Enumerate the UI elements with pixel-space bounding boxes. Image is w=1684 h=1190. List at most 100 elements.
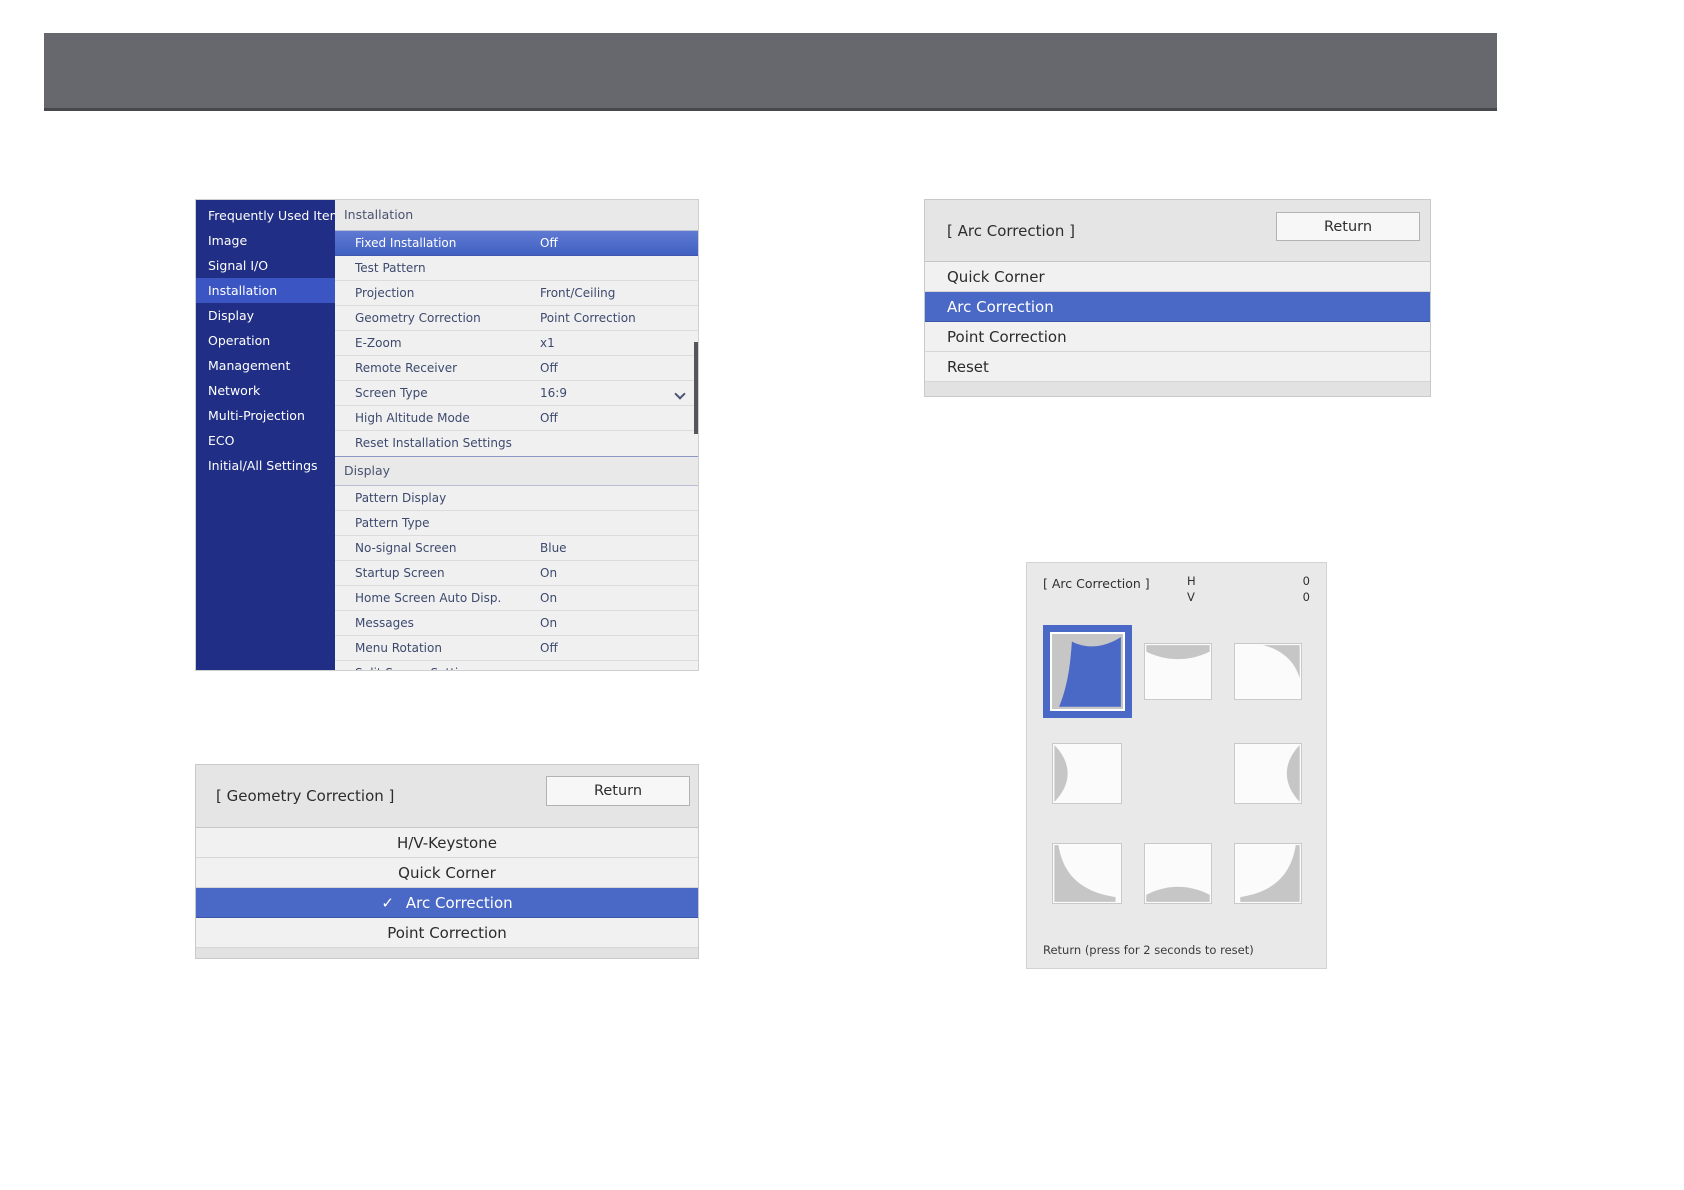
arc-menu-item-reset[interactable]: Reset [925, 352, 1430, 382]
arc-adjust-title: [ Arc Correction ] [1043, 576, 1150, 591]
arc-top-left-tile[interactable] [1043, 625, 1132, 718]
row-label: Split Screen Setting [355, 661, 473, 670]
row-value: Off [540, 406, 558, 431]
item-label: Quick Corner [398, 864, 496, 882]
row-value: Front/Ceiling [540, 281, 615, 306]
display-rows: Pattern Display Pattern Type No-signal S… [335, 485, 698, 670]
menu-row-test-pattern[interactable]: Test Pattern [335, 256, 698, 281]
menu-row-e-zoom[interactable]: E-Zoom x1 [335, 331, 698, 356]
arc-bottom-left-tile[interactable] [1052, 843, 1122, 904]
row-value: Off [540, 356, 558, 381]
menu-row-split-screen-setting[interactable]: Split Screen Setting [335, 661, 698, 670]
section-title-installation: Installation [335, 200, 698, 230]
arc-top-right-tile[interactable] [1234, 643, 1302, 700]
item-label: Arc Correction [406, 894, 513, 912]
item-label: Reset [925, 358, 989, 376]
geometry-correction-menu: [ Geometry Correction ] Return H/V-Keyst… [196, 765, 698, 958]
row-label: Startup Screen [355, 561, 445, 586]
geometry-menu-header: [ Geometry Correction ] Return [196, 765, 698, 828]
arc-left-icon [1053, 744, 1121, 803]
menu-row-menu-rotation[interactable]: Menu Rotation Off [335, 636, 698, 661]
menu-row-screen-type[interactable]: Screen Type 16:9 [335, 381, 698, 406]
panel-footer-strip [196, 948, 698, 958]
row-label: Test Pattern [355, 256, 426, 281]
menu-row-pattern-type[interactable]: Pattern Type [335, 511, 698, 536]
row-label: Pattern Display [355, 486, 446, 511]
arc-right-tile[interactable] [1234, 743, 1302, 804]
row-value: Point Correction [540, 306, 636, 331]
arc-right-icon [1235, 744, 1301, 803]
arc-menu-item-arc-correction[interactable]: Arc Correction [925, 292, 1430, 322]
item-label: Quick Corner [925, 268, 1045, 286]
item-label: Point Correction [925, 328, 1067, 346]
geometry-menu-item-point-correction[interactable]: Point Correction [196, 918, 698, 948]
row-value: x1 [540, 331, 555, 356]
h-axis-value: 0 [1303, 574, 1310, 588]
row-value: 16:9 [540, 381, 567, 406]
return-button[interactable]: Return [546, 776, 690, 806]
row-label: Messages [355, 611, 414, 636]
arc-bottom-right-icon [1235, 844, 1301, 903]
arc-bottom-icon [1145, 844, 1211, 903]
row-label: Menu Rotation [355, 636, 442, 661]
arc-menu-item-quick-corner[interactable]: Quick Corner [925, 262, 1430, 292]
item-label: H/V-Keystone [397, 834, 497, 852]
geometry-menu-item-quick-corner[interactable]: Quick Corner [196, 858, 698, 888]
menu-row-startup-screen[interactable]: Startup Screen On [335, 561, 698, 586]
menu-row-fixed-installation[interactable]: Fixed Installation Off [335, 231, 698, 256]
menu-row-pattern-display[interactable]: Pattern Display [335, 486, 698, 511]
menu-row-messages[interactable]: Messages On [335, 611, 698, 636]
row-label: Reset Installation Settings [355, 431, 512, 456]
chevron-down-icon [674, 388, 685, 399]
scrollbar-thumb[interactable] [694, 342, 698, 434]
menu-row-home-screen-auto-disp[interactable]: Home Screen Auto Disp. On [335, 586, 698, 611]
row-label: Screen Type [355, 381, 428, 406]
sidebar-item-eco[interactable]: ECO [196, 428, 335, 453]
geometry-menu-item-arc-correction[interactable]: ✓ Arc Correction [196, 888, 698, 918]
menu-row-geometry-correction[interactable]: Geometry Correction Point Correction [335, 306, 698, 331]
sidebar-item-initial-all-settings[interactable]: Initial/All Settings [196, 453, 335, 478]
v-axis-value: 0 [1303, 590, 1310, 604]
sidebar-item-installation[interactable]: Installation [196, 278, 335, 303]
screen: Frequently Used Items Image Signal I/O I… [0, 0, 1684, 1190]
geometry-menu-item-hv-keystone[interactable]: H/V-Keystone [196, 828, 698, 858]
row-value: Off [540, 636, 558, 661]
arc-top-tile[interactable] [1144, 643, 1212, 700]
installation-rows: Fixed Installation Off Test Pattern Proj… [335, 230, 698, 457]
row-value: Blue [540, 536, 567, 561]
row-label: No-signal Screen [355, 536, 456, 561]
sidebar-item-operation[interactable]: Operation [196, 328, 335, 353]
arc-correction-menu: [ Arc Correction ] Return Quick Corner A… [925, 200, 1430, 396]
arc-bottom-right-tile[interactable] [1234, 843, 1302, 904]
sidebar-item-network[interactable]: Network [196, 378, 335, 403]
row-label: Home Screen Auto Disp. [355, 586, 501, 611]
row-label: Remote Receiver [355, 356, 457, 381]
item-label: Arc Correction [925, 298, 1054, 316]
row-value: On [540, 586, 557, 611]
section-title-display: Display [335, 457, 698, 485]
panel-footer-strip [925, 382, 1430, 396]
menu-row-high-altitude-mode[interactable]: High Altitude Mode Off [335, 406, 698, 431]
arc-bottom-left-icon [1053, 844, 1121, 903]
row-label: Pattern Type [355, 511, 430, 536]
sidebar-item-display[interactable]: Display [196, 303, 335, 328]
v-axis-label: V [1187, 590, 1195, 604]
menu-row-projection[interactable]: Projection Front/Ceiling [335, 281, 698, 306]
item-label: Point Correction [387, 924, 507, 942]
check-icon: ✓ [381, 888, 394, 918]
arc-bottom-tile[interactable] [1144, 843, 1212, 904]
sidebar-item-frequently-used[interactable]: Frequently Used Items [196, 203, 335, 228]
row-label: Fixed Installation [355, 231, 456, 256]
arc-left-tile[interactable] [1052, 743, 1122, 804]
projector-main-menu: Frequently Used Items Image Signal I/O I… [196, 200, 698, 670]
sidebar-item-multi-projection[interactable]: Multi-Projection [196, 403, 335, 428]
menu-row-no-signal-screen[interactable]: No-signal Screen Blue [335, 536, 698, 561]
menu-row-reset-installation-settings[interactable]: Reset Installation Settings [335, 431, 698, 456]
sidebar-item-image[interactable]: Image [196, 228, 335, 253]
return-button[interactable]: Return [1276, 212, 1420, 241]
arc-adjust-footer-hint: Return (press for 2 seconds to reset) [1043, 943, 1254, 957]
arc-menu-item-point-correction[interactable]: Point Correction [925, 322, 1430, 352]
sidebar-item-management[interactable]: Management [196, 353, 335, 378]
menu-row-remote-receiver[interactable]: Remote Receiver Off [335, 356, 698, 381]
sidebar-item-signal-io[interactable]: Signal I/O [196, 253, 335, 278]
